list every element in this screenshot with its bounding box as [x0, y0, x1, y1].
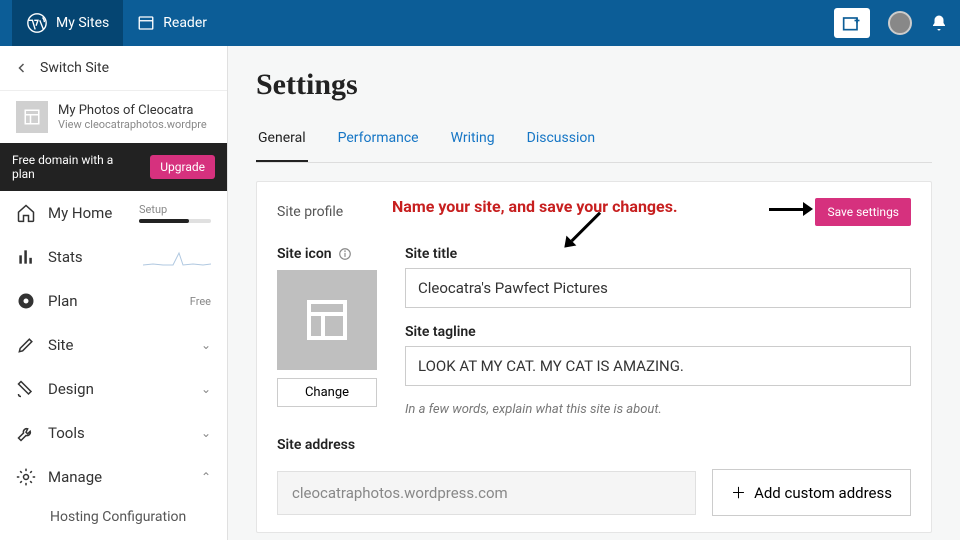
- sidebar-item-label: Tools: [48, 424, 85, 442]
- upgrade-button[interactable]: Upgrade: [150, 155, 215, 179]
- tab-general[interactable]: General: [256, 120, 308, 162]
- add-custom-address-button[interactable]: ＋ Add custom address: [712, 469, 911, 516]
- wordpress-icon: [26, 12, 48, 34]
- reader-tab[interactable]: Reader: [123, 0, 221, 46]
- site-address-label: Site address: [277, 437, 911, 453]
- site-title-input[interactable]: [405, 268, 911, 308]
- sidebar-item-label: Design: [48, 380, 94, 398]
- chevron-down-icon: ⌄: [201, 338, 211, 352]
- site-address-section: Site address ＋ Add custom address: [277, 437, 911, 516]
- plan-icon: [16, 291, 36, 311]
- design-icon: [16, 379, 36, 399]
- my-sites-label: My Sites: [56, 15, 109, 31]
- change-icon-button[interactable]: Change: [277, 378, 377, 407]
- home-icon: [16, 203, 36, 223]
- info-icon[interactable]: [338, 247, 352, 261]
- site-profile-card: Site profile Name your site, and save yo…: [256, 181, 932, 533]
- switch-site-button[interactable]: Switch Site: [0, 46, 227, 91]
- main-content: Settings General Performance Writing Dis…: [228, 46, 960, 540]
- site-icon-column: Site icon Change: [277, 246, 377, 417]
- site-icon-placeholder: [277, 270, 377, 370]
- page-title: Settings: [256, 68, 932, 102]
- layout: Switch Site My Photos of Cleocatra View …: [0, 46, 960, 540]
- new-post-button[interactable]: [834, 8, 870, 38]
- site-url: View cleocatraphotos.wordpre: [58, 118, 207, 131]
- chevron-up-icon: ⌃: [201, 470, 211, 484]
- chevron-down-icon: ⌄: [201, 426, 211, 440]
- sidebar-item-label: Site: [48, 336, 73, 354]
- fields-column: Site title Site tagline In a few words, …: [405, 246, 911, 417]
- site-title-label: Site title: [405, 246, 911, 262]
- sidebar-item-manage[interactable]: Manage ⌃: [0, 455, 227, 499]
- notifications-icon[interactable]: [930, 14, 948, 32]
- plus-icon: ＋: [731, 482, 746, 503]
- layout-icon: [303, 296, 351, 344]
- site-header[interactable]: My Photos of Cleocatra View cleocatrapho…: [0, 91, 227, 143]
- sidebar-item-label: My Home: [48, 204, 112, 222]
- sidebar-item-stats[interactable]: Stats: [0, 235, 227, 279]
- topbar-right: [834, 8, 948, 38]
- annotation-arrow-right: [769, 202, 813, 216]
- site-icon-label: Site icon: [277, 246, 377, 262]
- plan-meta: Free: [190, 295, 211, 308]
- sidebar-subitem-hosting[interactable]: Hosting Configuration: [0, 499, 227, 535]
- sparkline-icon: [143, 247, 211, 267]
- site-profile-label: Site profile: [277, 204, 343, 220]
- tab-performance[interactable]: Performance: [336, 120, 421, 162]
- sidebar-item-tools[interactable]: Tools ⌄: [0, 411, 227, 455]
- avatar[interactable]: [888, 11, 912, 35]
- tab-writing[interactable]: Writing: [449, 120, 497, 162]
- upgrade-text: Free domain with a plan: [12, 153, 122, 181]
- site-thumbnail: [16, 101, 48, 133]
- reader-icon: [137, 14, 155, 32]
- sidebar-item-site[interactable]: Site ⌄: [0, 323, 227, 367]
- setup-progress-bar: [139, 219, 211, 223]
- reader-label: Reader: [163, 15, 207, 31]
- gear-icon: [16, 467, 36, 487]
- my-sites-tab[interactable]: My Sites: [12, 0, 123, 46]
- topbar-left: My Sites Reader: [12, 0, 221, 46]
- upgrade-banner: Free domain with a plan Upgrade: [0, 143, 227, 191]
- stats-icon: [16, 247, 36, 267]
- profile-body: Site icon Change Site title Site tagline…: [277, 246, 911, 417]
- site-header-text: My Photos of Cleocatra View cleocatrapho…: [58, 103, 207, 131]
- tab-discussion[interactable]: Discussion: [525, 120, 597, 162]
- wrench-icon: [16, 423, 36, 443]
- sidebar-item-plan[interactable]: Plan Free: [0, 279, 227, 323]
- sidebar-item-label: Stats: [48, 248, 83, 266]
- sidebar-item-label: Manage: [48, 468, 102, 486]
- topbar: My Sites Reader: [0, 0, 960, 46]
- setup-meta: Setup: [139, 203, 211, 223]
- custom-address-label: Add custom address: [754, 484, 892, 502]
- tagline-hint: In a few words, explain what this site i…: [405, 402, 911, 417]
- new-post-icon: [842, 14, 862, 32]
- chevron-down-icon: ⌄: [201, 382, 211, 396]
- site-name: My Photos of Cleocatra: [58, 103, 207, 118]
- switch-site-label: Switch Site: [40, 60, 109, 76]
- sidebar-item-label: Plan: [48, 292, 78, 310]
- profile-header: Site profile Name your site, and save yo…: [277, 198, 911, 226]
- settings-tabs: General Performance Writing Discussion: [256, 120, 932, 163]
- sidebar-item-design[interactable]: Design ⌄: [0, 367, 227, 411]
- pencil-icon: [16, 335, 36, 355]
- site-tagline-input[interactable]: [405, 346, 911, 386]
- sidebar-item-home[interactable]: My Home Setup: [0, 191, 227, 235]
- save-settings-button[interactable]: Save settings: [815, 198, 911, 226]
- chevron-left-icon: [16, 62, 28, 74]
- sidebar: Switch Site My Photos of Cleocatra View …: [0, 46, 228, 540]
- site-tagline-label: Site tagline: [405, 324, 911, 340]
- site-address-input: [277, 471, 696, 515]
- annotation-text: Name your site, and save your changes.: [392, 197, 678, 216]
- layout-icon: [23, 108, 41, 126]
